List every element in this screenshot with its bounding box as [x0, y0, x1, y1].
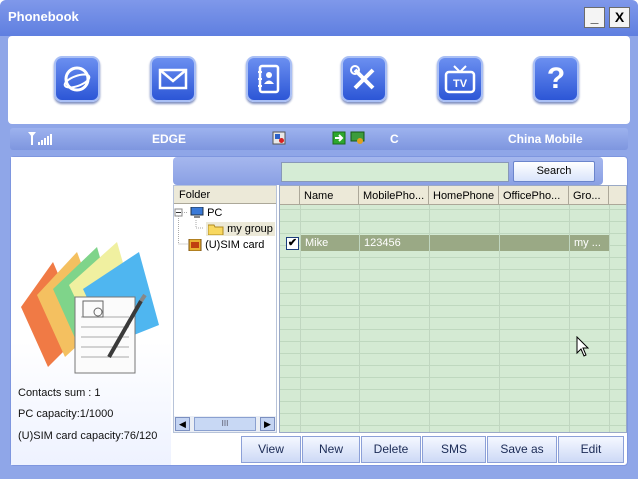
- contacts-sum: Contacts sum : 1: [18, 387, 101, 399]
- column-header-mobile[interactable]: MobilePho...: [359, 186, 429, 205]
- connect-icon: [332, 131, 346, 148]
- new-button[interactable]: New: [302, 436, 360, 463]
- tree-item-my-group[interactable]: my group: [206, 222, 275, 237]
- signal-strength-icon: [28, 131, 58, 149]
- tools-button[interactable]: [341, 56, 387, 102]
- operator-name: China Mobile: [508, 132, 583, 146]
- view-button[interactable]: View: [241, 436, 301, 463]
- folder-header: Folder: [174, 186, 276, 204]
- help-icon: ?: [546, 62, 566, 95]
- title-bar: Phonebook _ X: [0, 0, 638, 36]
- tv-icon: TV: [444, 65, 476, 94]
- internet-icon: [63, 66, 91, 92]
- tree-item-label: PC: [207, 207, 223, 219]
- tv-label: TV: [453, 78, 468, 90]
- scroll-right-arrow-icon[interactable]: ▶: [260, 417, 275, 431]
- cell-name: Mike: [301, 235, 359, 251]
- table-row[interactable]: Mike 123456 my ...: [280, 235, 610, 252]
- pc-capacity: PC capacity:1/1000: [18, 408, 114, 420]
- cell-group: my ...: [570, 235, 609, 251]
- messages-button[interactable]: [150, 56, 196, 102]
- scroll-left-arrow-icon[interactable]: ◀: [175, 417, 190, 431]
- contacts-button[interactable]: [246, 56, 292, 102]
- cell-home: [430, 235, 499, 251]
- chat-icon: [350, 131, 366, 148]
- folder-icon: [207, 224, 224, 236]
- action-bar: View New Delete SMS Save as Edit: [11, 435, 627, 465]
- network-type: EDGE: [152, 132, 187, 146]
- tree-item-pc[interactable]: PC: [190, 206, 223, 219]
- column-header-group[interactable]: Gro...: [569, 186, 609, 205]
- cell-mobile: 123456: [360, 235, 429, 251]
- tree-item-label: (U)SIM card: [205, 239, 265, 251]
- mouse-cursor-icon: [576, 336, 590, 357]
- edit-button[interactable]: Edit: [558, 436, 624, 463]
- computer-icon: [190, 206, 204, 219]
- search-input[interactable]: [281, 162, 509, 182]
- contacts-book-icon: [258, 64, 280, 94]
- folder-tree: Folder PC my group (U)SIM card ◀ III ▶: [173, 185, 277, 433]
- cell-office: [500, 235, 569, 251]
- delete-button[interactable]: Delete: [361, 436, 421, 463]
- contacts-grid: Name MobilePho... HomePhone OfficePho...…: [279, 185, 627, 433]
- status-bar: EDGE C China Mobile: [10, 128, 628, 150]
- tree-item-label: my group: [227, 223, 273, 235]
- sms-button[interactable]: SMS: [422, 436, 486, 463]
- folder-horizontal-scrollbar[interactable]: ◀ III ▶: [174, 416, 276, 432]
- grid-background: [280, 186, 626, 432]
- window-title: Phonebook: [8, 9, 79, 24]
- search-button[interactable]: Search: [513, 161, 595, 182]
- internet-button[interactable]: [54, 56, 100, 102]
- phonebook-window: Phonebook _ X TV ? EDGE C China Mobile C…: [0, 0, 638, 479]
- sim-card-icon: [188, 238, 202, 252]
- phone-status-icon: [272, 131, 286, 148]
- save-as-button[interactable]: Save as: [487, 436, 557, 463]
- tv-button[interactable]: TV: [437, 56, 483, 102]
- close-button[interactable]: X: [609, 7, 630, 28]
- mail-icon: [158, 68, 188, 90]
- tools-icon: [350, 65, 375, 90]
- filler-column-header: [609, 186, 626, 205]
- column-header-home[interactable]: HomePhone: [429, 186, 499, 205]
- main-toolbar: TV ?: [8, 36, 630, 124]
- main-panel: Contacts sum : 1 PC capacity:1/1000 (U)S…: [10, 156, 628, 466]
- left-info-panel: Contacts sum : 1 PC capacity:1/1000 (U)S…: [11, 157, 171, 465]
- scroll-thumb[interactable]: III: [194, 417, 256, 431]
- connection-status: C: [390, 132, 399, 146]
- search-bar: Search: [173, 157, 603, 185]
- tree-item-sim-card[interactable]: (U)SIM card: [188, 238, 265, 252]
- minimize-button[interactable]: _: [584, 7, 605, 28]
- column-header-office[interactable]: OfficePho...: [499, 186, 569, 205]
- phonebook-illustration: [21, 242, 159, 374]
- select-column-header: [280, 186, 300, 205]
- column-header-name[interactable]: Name: [300, 186, 359, 205]
- help-button[interactable]: ?: [533, 56, 579, 102]
